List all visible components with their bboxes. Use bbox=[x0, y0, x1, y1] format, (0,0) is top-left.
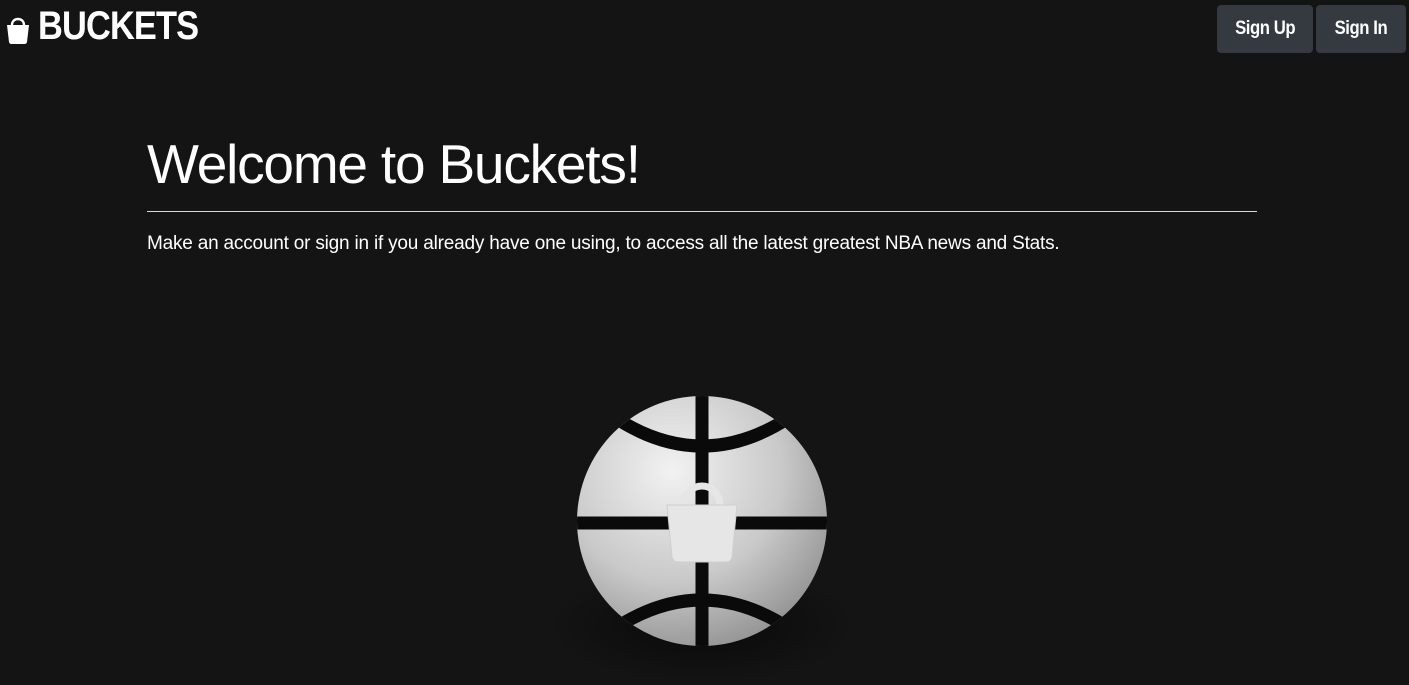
sign-in-button[interactable]: Sign In bbox=[1316, 5, 1406, 53]
divider bbox=[147, 211, 1257, 212]
brand-name: BUCKETS bbox=[38, 4, 199, 48]
navbar: BUCKETS Sign Up Sign In bbox=[0, 0, 1409, 56]
page-title: Welcome to Buckets! bbox=[147, 133, 641, 195]
basketball-bucket-logo-icon bbox=[577, 396, 827, 646]
welcome-jumbotron: Welcome to Buckets! Make an account or s… bbox=[147, 132, 1257, 256]
bucket-icon bbox=[7, 17, 29, 44]
welcome-lead-text: Make an account or sign in if you alread… bbox=[147, 233, 1060, 254]
auth-buttons: Sign Up Sign In bbox=[1217, 5, 1406, 53]
brand-link[interactable]: BUCKETS bbox=[6, 4, 224, 48]
hero-illustration bbox=[545, 385, 860, 685]
sign-up-label: Sign Up bbox=[1234, 18, 1296, 39]
sign-up-button[interactable]: Sign Up bbox=[1217, 5, 1313, 53]
sign-in-label: Sign In bbox=[1334, 18, 1388, 39]
